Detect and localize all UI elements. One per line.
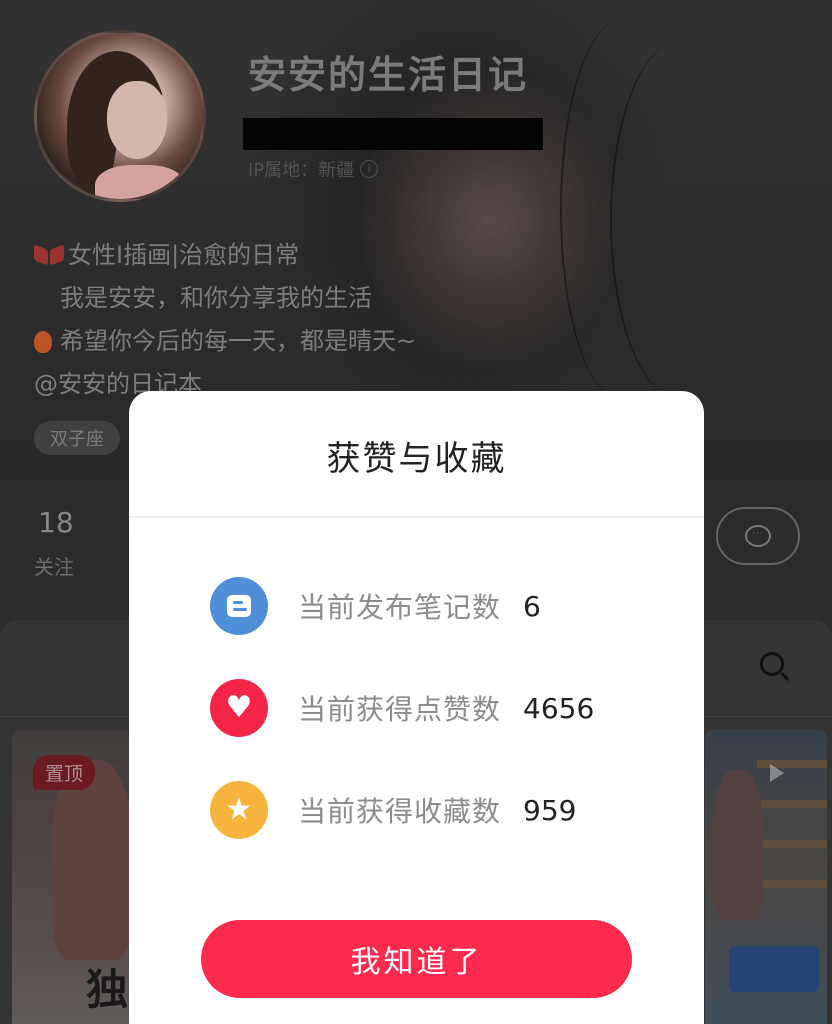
notes-count-row: 当前发布笔记数 6 (210, 576, 541, 636)
dialog-title: 获赞与收藏 (326, 439, 507, 479)
notes-count-value: 6 (523, 589, 541, 623)
got-it-button[interactable]: 我知道了 (201, 920, 632, 998)
likes-count-row: ♥ 当前获得点赞数 4656 (210, 678, 594, 738)
note-icon (210, 577, 268, 635)
dialog-divider (129, 516, 704, 518)
collections-count-label: 当前获得收藏数 (298, 795, 502, 828)
star-icon: ★ (210, 781, 268, 839)
heart-icon: ♥ (210, 679, 268, 737)
collections-count-value: 959 (523, 793, 577, 827)
likes-and-collections-dialog: 获赞与收藏 当前发布笔记数 6 ♥ 当前获得点赞数 4656 ★ 当前获得收藏数… (129, 391, 704, 1024)
notes-count-label: 当前发布笔记数 (298, 591, 502, 624)
collections-count-row: ★ 当前获得收藏数 959 (210, 780, 576, 840)
likes-count-label: 当前获得点赞数 (298, 693, 502, 726)
likes-count-value: 4656 (523, 691, 595, 725)
